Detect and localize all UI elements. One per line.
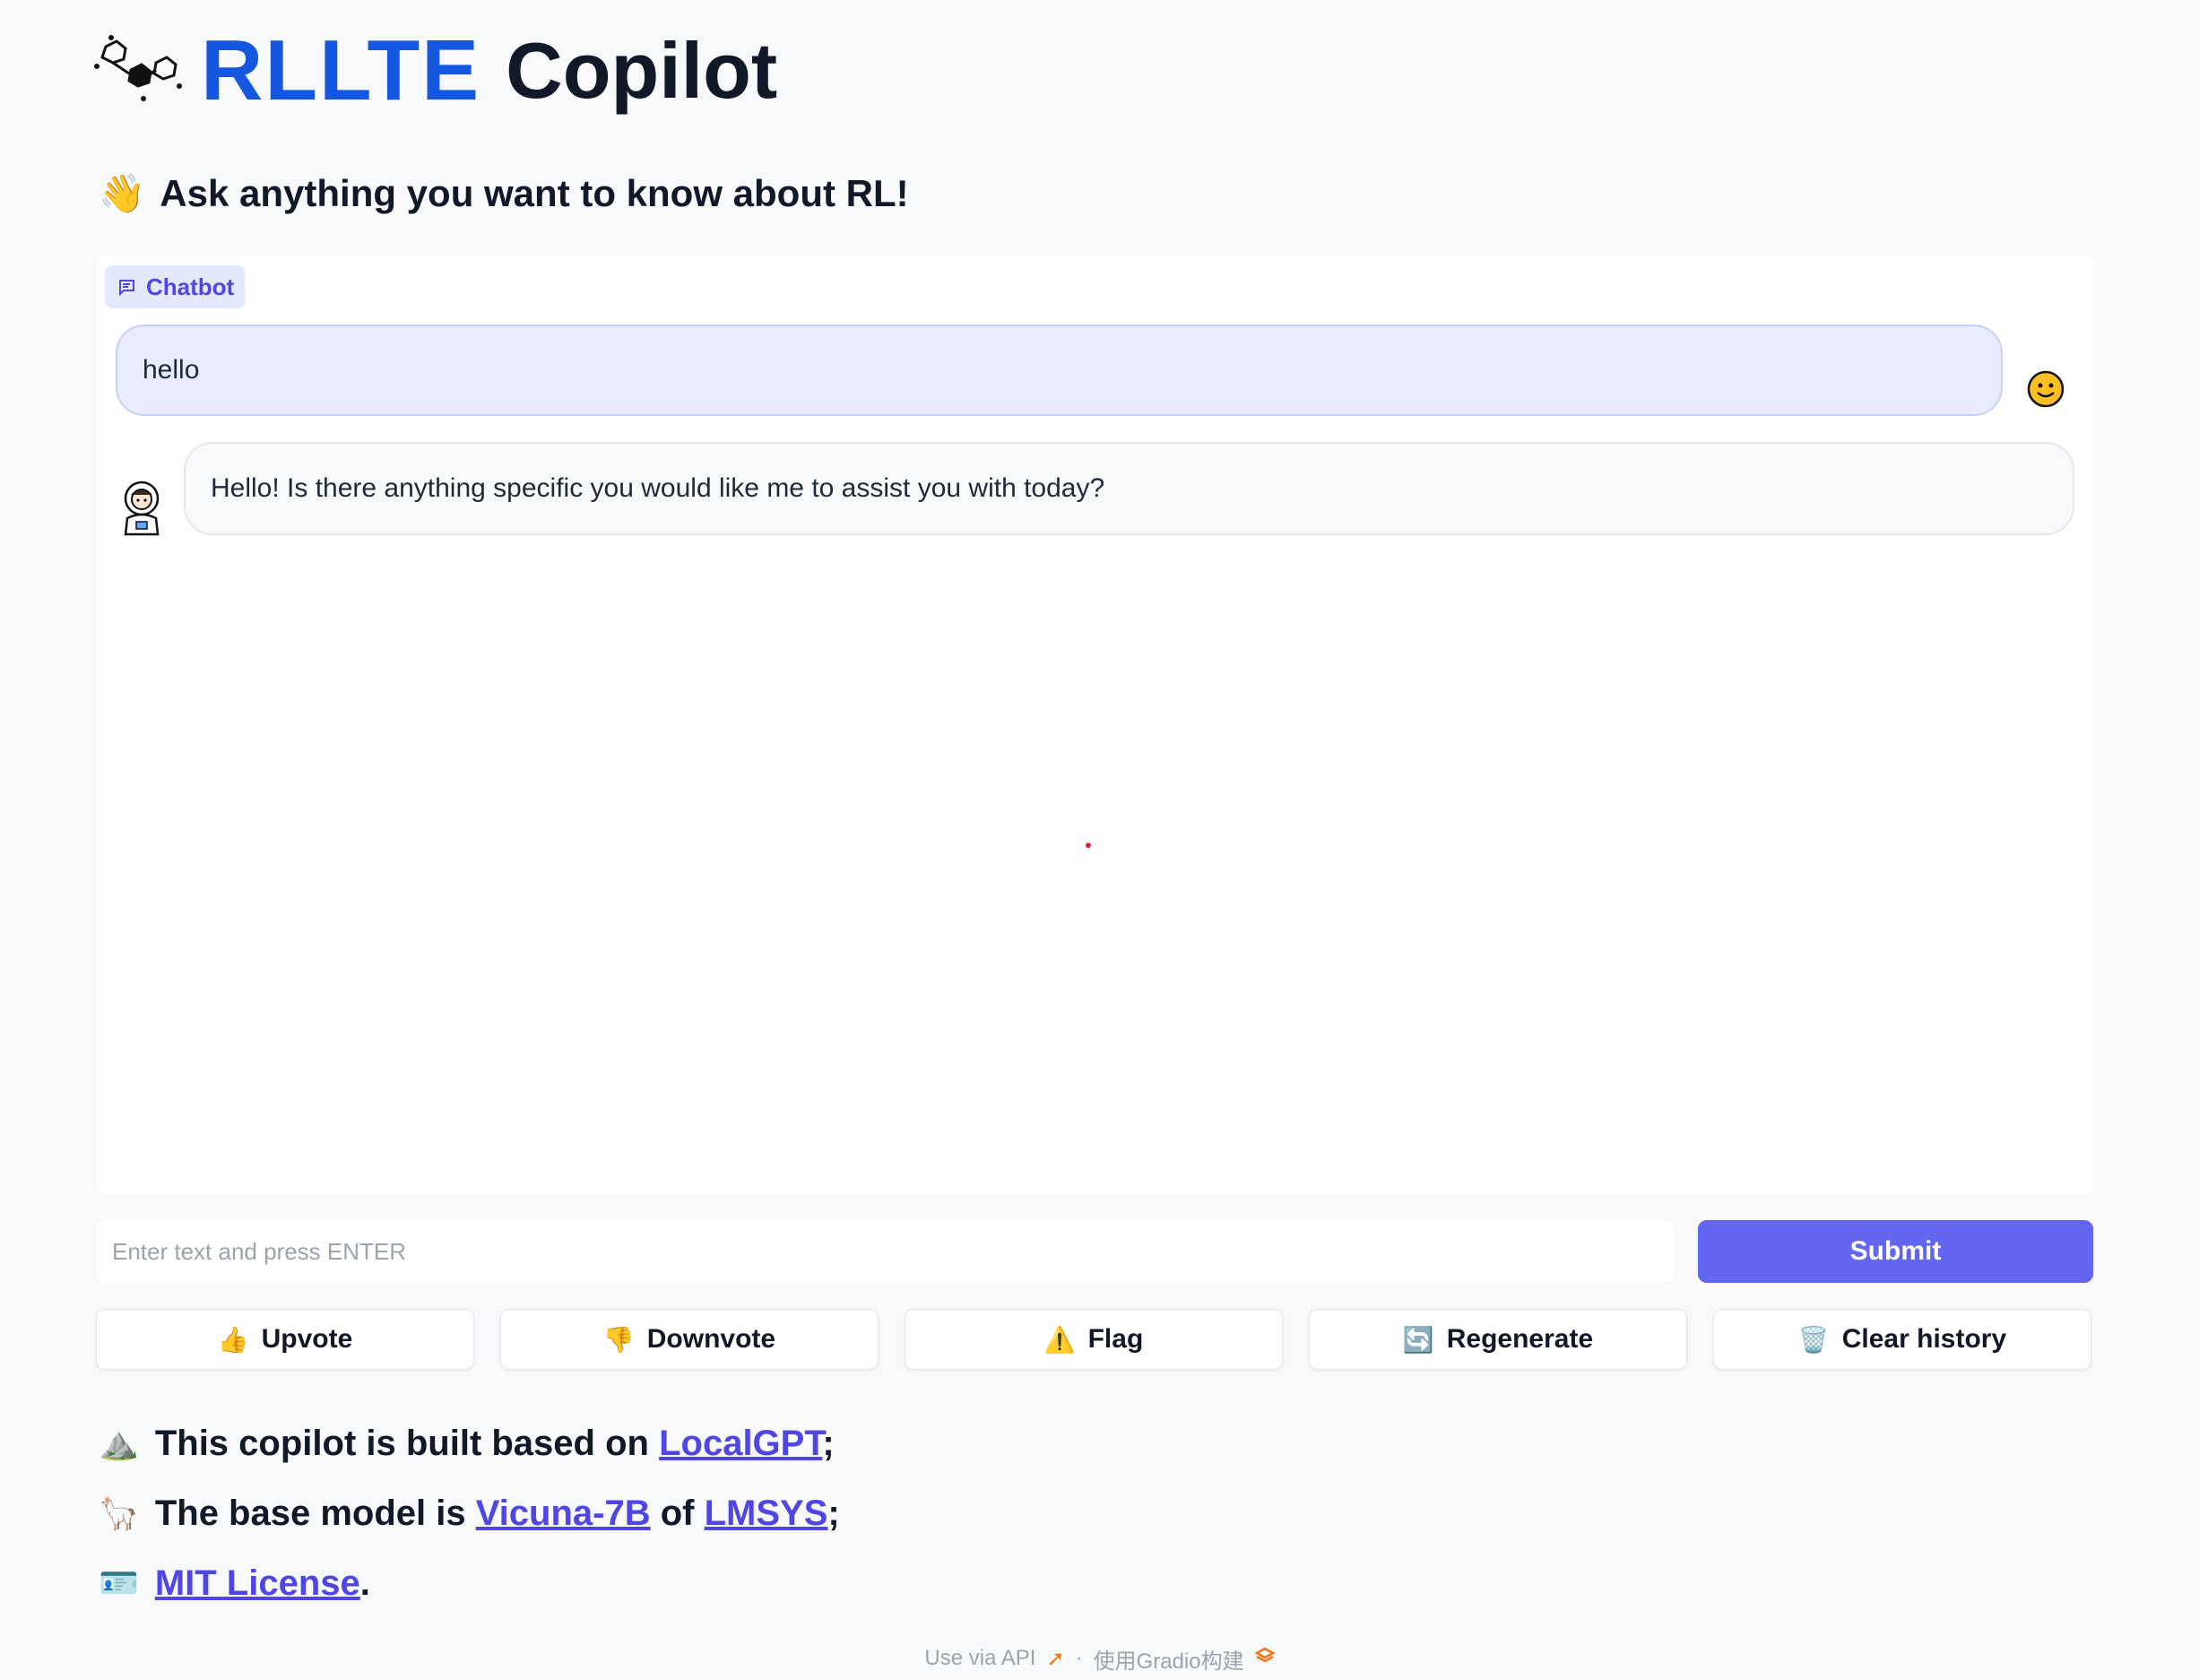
flag-button[interactable]: ⚠️ Flag: [905, 1309, 1283, 1370]
gradio-logo-icon: [1254, 1646, 1276, 1672]
thumbs-up-icon: 👍: [217, 1324, 249, 1355]
clear-history-label: Clear history: [1841, 1324, 2007, 1354]
upvote-button[interactable]: 👍 Upvote: [96, 1309, 474, 1370]
bot-avatar-astronaut-icon: [117, 479, 167, 536]
downvote-button[interactable]: 👎 Downvote: [500, 1309, 879, 1370]
trash-icon: 🗑️: [1797, 1324, 1830, 1355]
rllte-logo: [90, 34, 197, 106]
user-avatar-smiley-icon: [2026, 369, 2065, 409]
lmsys-link[interactable]: LMSYS: [705, 1494, 828, 1533]
subtitle: 👋 Ask anything you want to know about RL…: [99, 167, 909, 221]
use-via-api-link[interactable]: Use via API: [924, 1646, 1035, 1671]
submit-button[interactable]: Submit: [1698, 1220, 2093, 1283]
message-input[interactable]: [96, 1221, 1674, 1282]
mit-license-link[interactable]: MIT License: [155, 1563, 360, 1603]
built-with-gradio-link[interactable]: 使用Gradio构建: [1094, 1643, 1244, 1675]
info-line-localgpt: ⛰️ This copilot is built based on LocalG…: [99, 1416, 835, 1470]
chat-icon: [119, 280, 134, 297]
id-card-icon: 🪪: [99, 1565, 139, 1602]
footer-separator: ·: [1075, 1646, 1083, 1670]
info-line2-suffix: ;: [827, 1493, 840, 1533]
downvote-label: Downvote: [646, 1324, 776, 1354]
llama-icon: 🦙: [99, 1495, 139, 1532]
bot-message-text: Hello! Is there anything specific you wo…: [211, 473, 1105, 503]
brand-suffix: Copilot: [506, 26, 778, 115]
user-message-text: hello: [143, 355, 200, 385]
user-message: hello: [116, 325, 2003, 416]
thumbs-down-icon: 👎: [602, 1324, 635, 1355]
cursor-dot: [1086, 843, 1091, 848]
localgpt-link[interactable]: LocalGPT: [659, 1424, 822, 1463]
clear-history-button[interactable]: 🗑️ Clear history: [1713, 1309, 2091, 1370]
upvote-label: Upvote: [261, 1324, 353, 1354]
vicuna-link[interactable]: Vicuna-7B: [476, 1494, 651, 1533]
page-title: RLLTE Copilot: [201, 22, 777, 120]
regenerate-button[interactable]: 🔄 Regenerate: [1309, 1309, 1687, 1370]
footer: Use via API ➚ · 使用Gradio构建: [0, 1641, 2199, 1676]
brand-name: RLLTE: [201, 22, 481, 118]
regenerate-label: Regenerate: [1446, 1324, 1594, 1354]
info-line1-suffix: ;: [822, 1423, 835, 1463]
bot-message: Hello! Is there anything specific you wo…: [184, 442, 2074, 535]
info-line2-mid: of: [650, 1493, 705, 1533]
warning-icon: ⚠️: [1043, 1324, 1076, 1355]
refresh-icon: 🔄: [1402, 1324, 1434, 1355]
rocket-icon: ➚: [1046, 1646, 1065, 1671]
info-line2-prefix: The base model is: [154, 1493, 476, 1533]
mountain-icon: ⛰️: [99, 1425, 139, 1462]
chatbot-label-text: Chatbot: [146, 273, 235, 300]
info-line-base-model: 🦙 The base model is Vicuna-7B of LMSYS;: [99, 1486, 840, 1540]
info-line-license: 🪪 MIT License.: [99, 1556, 370, 1610]
flag-label: Flag: [1087, 1324, 1144, 1354]
subtitle-text: Ask anything you want to know about RL!: [160, 172, 909, 214]
info-line3-suffix: .: [359, 1563, 370, 1603]
waving-hand-icon: 👋: [99, 171, 146, 215]
info-line1-prefix: This copilot is built based on: [154, 1423, 660, 1463]
chatbot-label: Chatbot: [105, 265, 246, 308]
